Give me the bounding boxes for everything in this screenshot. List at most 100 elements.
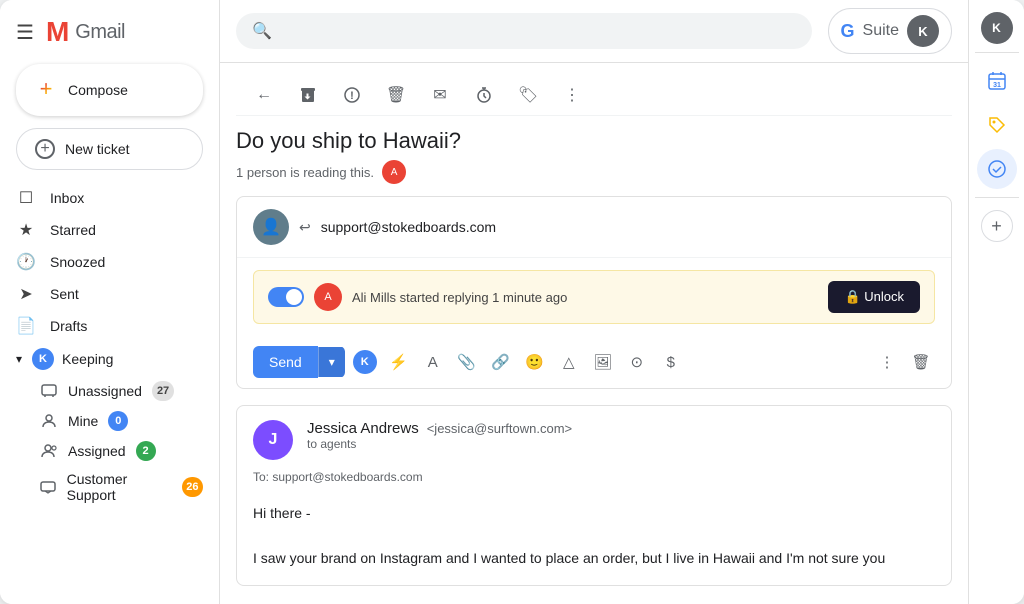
snooze-button[interactable] bbox=[468, 79, 500, 111]
format-text-icon[interactable]: A bbox=[419, 348, 447, 376]
send-dropdown-button[interactable]: ▾ bbox=[318, 347, 345, 377]
sidebar-item-mine[interactable]: Mine 0 bbox=[0, 406, 219, 436]
k-badge: K bbox=[353, 350, 377, 374]
email-subject: Do you ship to Hawaii? bbox=[236, 116, 952, 160]
inbox-icon: ☐ bbox=[16, 188, 36, 208]
keeping-label: Keeping bbox=[62, 351, 113, 367]
unlock-label: 🔒 Unlock bbox=[844, 289, 904, 305]
message-body: Hi there - I saw your brand on Instagram… bbox=[237, 494, 951, 585]
hamburger-icon[interactable]: ☰ bbox=[16, 20, 34, 45]
message-to-label: to agents bbox=[307, 437, 572, 459]
search-icon: 🔍 bbox=[252, 21, 272, 41]
message-header: J Jessica Andrews <jessica@surftown.com>… bbox=[237, 406, 951, 468]
calendar-icon[interactable]: 31 bbox=[977, 61, 1017, 101]
gmail-text: Gmail bbox=[75, 21, 125, 44]
keeping-section-header[interactable]: ▾ K Keeping bbox=[0, 342, 219, 376]
gsuite-avatar-initials: K bbox=[918, 24, 927, 39]
suite-text: Suite bbox=[863, 22, 899, 40]
keeping-badge: K Keeping bbox=[32, 348, 113, 370]
dollar-icon[interactable]: $ bbox=[657, 348, 685, 376]
reply-card-header: 👤 ↩ support@stokedboards.com bbox=[237, 197, 951, 258]
toggle-knob bbox=[286, 289, 302, 305]
keeping-k-icon: K bbox=[32, 348, 54, 370]
message-sender-email: <jessica@surftown.com> bbox=[427, 421, 572, 436]
banner-avatar: A bbox=[314, 283, 342, 311]
reply-sender-avatar: 👤 bbox=[253, 209, 289, 245]
to-address: support@stokedboards.com bbox=[272, 470, 422, 484]
keeping-arrow-icon: ▾ bbox=[16, 352, 22, 366]
sidebar-item-sent-label: Sent bbox=[50, 286, 79, 302]
emoji-icon[interactable]: 🙂 bbox=[521, 348, 549, 376]
search-input[interactable] bbox=[282, 22, 796, 40]
gsuite-button[interactable]: G Suite K bbox=[828, 8, 952, 54]
attach-file-icon[interactable]: 📎 bbox=[453, 348, 481, 376]
sidebar-item-inbox[interactable]: ☐ Inbox bbox=[0, 182, 211, 214]
compose-button[interactable]: Compose bbox=[16, 64, 203, 116]
new-ticket-button[interactable]: + New ticket bbox=[16, 128, 203, 170]
tag-icon[interactable] bbox=[977, 105, 1017, 145]
snoozed-icon: 🕐 bbox=[16, 252, 36, 272]
sidebar-item-drafts[interactable]: 📄 Drafts bbox=[0, 310, 211, 342]
customer-support-icon bbox=[40, 478, 57, 496]
gsuite-avatar[interactable]: K bbox=[907, 15, 939, 47]
sidebar-item-drafts-label: Drafts bbox=[50, 318, 87, 334]
reading-notice: 1 person is reading this. A bbox=[236, 160, 952, 196]
more-options-button[interactable]: ⋮ bbox=[556, 79, 588, 111]
message-sender-avatar: J bbox=[253, 420, 293, 460]
sidebar-item-snoozed[interactable]: 🕐 Snoozed bbox=[0, 246, 211, 278]
sidebar-item-assigned[interactable]: Assigned 2 bbox=[0, 436, 219, 466]
assigned-icon bbox=[40, 442, 58, 460]
sidebar-header: ☰ M Gmail bbox=[0, 8, 219, 60]
toggle-switch[interactable] bbox=[268, 287, 304, 307]
add-icon[interactable]: + bbox=[981, 210, 1013, 242]
signature-icon[interactable]: ⊙ bbox=[623, 348, 651, 376]
reading-notice-text: 1 person is reading this. bbox=[236, 165, 374, 180]
insert-link-icon[interactable]: 🔗 bbox=[487, 348, 515, 376]
right-sidebar-divider-2 bbox=[975, 197, 1019, 198]
sidebar-item-starred[interactable]: ★ Starred bbox=[0, 214, 211, 246]
mine-icon bbox=[40, 412, 58, 430]
insert-photo-icon[interactable]: 🖼 bbox=[589, 348, 617, 376]
banner-left: A Ali Mills started replying 1 minute ag… bbox=[268, 283, 567, 311]
right-sidebar-avatar[interactable]: K bbox=[981, 12, 1013, 44]
reply-card: 👤 ↩ support@stokedboards.com A Ali Mills… bbox=[236, 196, 952, 389]
check-icon[interactable] bbox=[977, 149, 1017, 189]
mark-read-button[interactable]: ✉ bbox=[424, 79, 456, 111]
unassigned-badge: 27 bbox=[152, 381, 174, 401]
trash-icon[interactable]: 🗑 bbox=[907, 348, 935, 376]
more-options-icon[interactable]: ⋮ bbox=[873, 348, 901, 376]
sidebar-item-customer-support[interactable]: Customer Support 26 bbox=[0, 466, 219, 508]
back-button[interactable]: ← bbox=[248, 79, 280, 111]
send-button[interactable]: Send bbox=[253, 346, 318, 378]
main-content: 🔍 G Suite K ← bbox=[220, 0, 968, 604]
unassigned-label: Unassigned bbox=[68, 383, 142, 399]
unlock-button[interactable]: 🔒 Unlock bbox=[828, 281, 920, 313]
top-bar: 🔍 G Suite K bbox=[220, 0, 968, 63]
reply-arrow-icon: ↩ bbox=[299, 219, 311, 236]
google-drive-icon[interactable]: △ bbox=[555, 348, 583, 376]
drafts-icon: 📄 bbox=[16, 316, 36, 336]
sidebar-item-sent[interactable]: ➤ Sent bbox=[0, 278, 211, 310]
archive-button[interactable] bbox=[292, 79, 324, 111]
banner-text: Ali Mills started replying 1 minute ago bbox=[352, 290, 567, 305]
customer-support-badge: 26 bbox=[182, 477, 203, 497]
message-meta: J Jessica Andrews <jessica@surftown.com>… bbox=[253, 420, 935, 460]
body-line1: Hi there - bbox=[253, 502, 935, 524]
delete-button[interactable]: 🗑 bbox=[380, 79, 412, 111]
right-sidebar-divider bbox=[975, 52, 1019, 53]
sent-icon: ➤ bbox=[16, 284, 36, 304]
format-bold-icon[interactable]: ⚡ bbox=[385, 348, 413, 376]
g-icon: G bbox=[841, 21, 855, 42]
label-button[interactable]: 🏷 bbox=[512, 79, 544, 111]
search-bar[interactable]: 🔍 bbox=[236, 13, 812, 49]
assigned-label: Assigned bbox=[68, 443, 126, 459]
sidebar: ☰ M Gmail Compose + New ticket ☐ Inbox ★… bbox=[0, 0, 220, 604]
spam-button[interactable]: ! bbox=[336, 79, 368, 111]
new-ticket-plus-icon: + bbox=[35, 139, 55, 159]
sidebar-item-snoozed-label: Snoozed bbox=[50, 254, 105, 270]
send-button-group: Send ▾ bbox=[253, 346, 345, 378]
new-ticket-label: New ticket bbox=[65, 141, 130, 157]
sidebar-item-unassigned[interactable]: Unassigned 27 bbox=[0, 376, 219, 406]
action-bar: ← ! 🗑 ✉ 🏷 ⋮ bbox=[236, 71, 952, 116]
svg-text:31: 31 bbox=[993, 82, 1001, 89]
